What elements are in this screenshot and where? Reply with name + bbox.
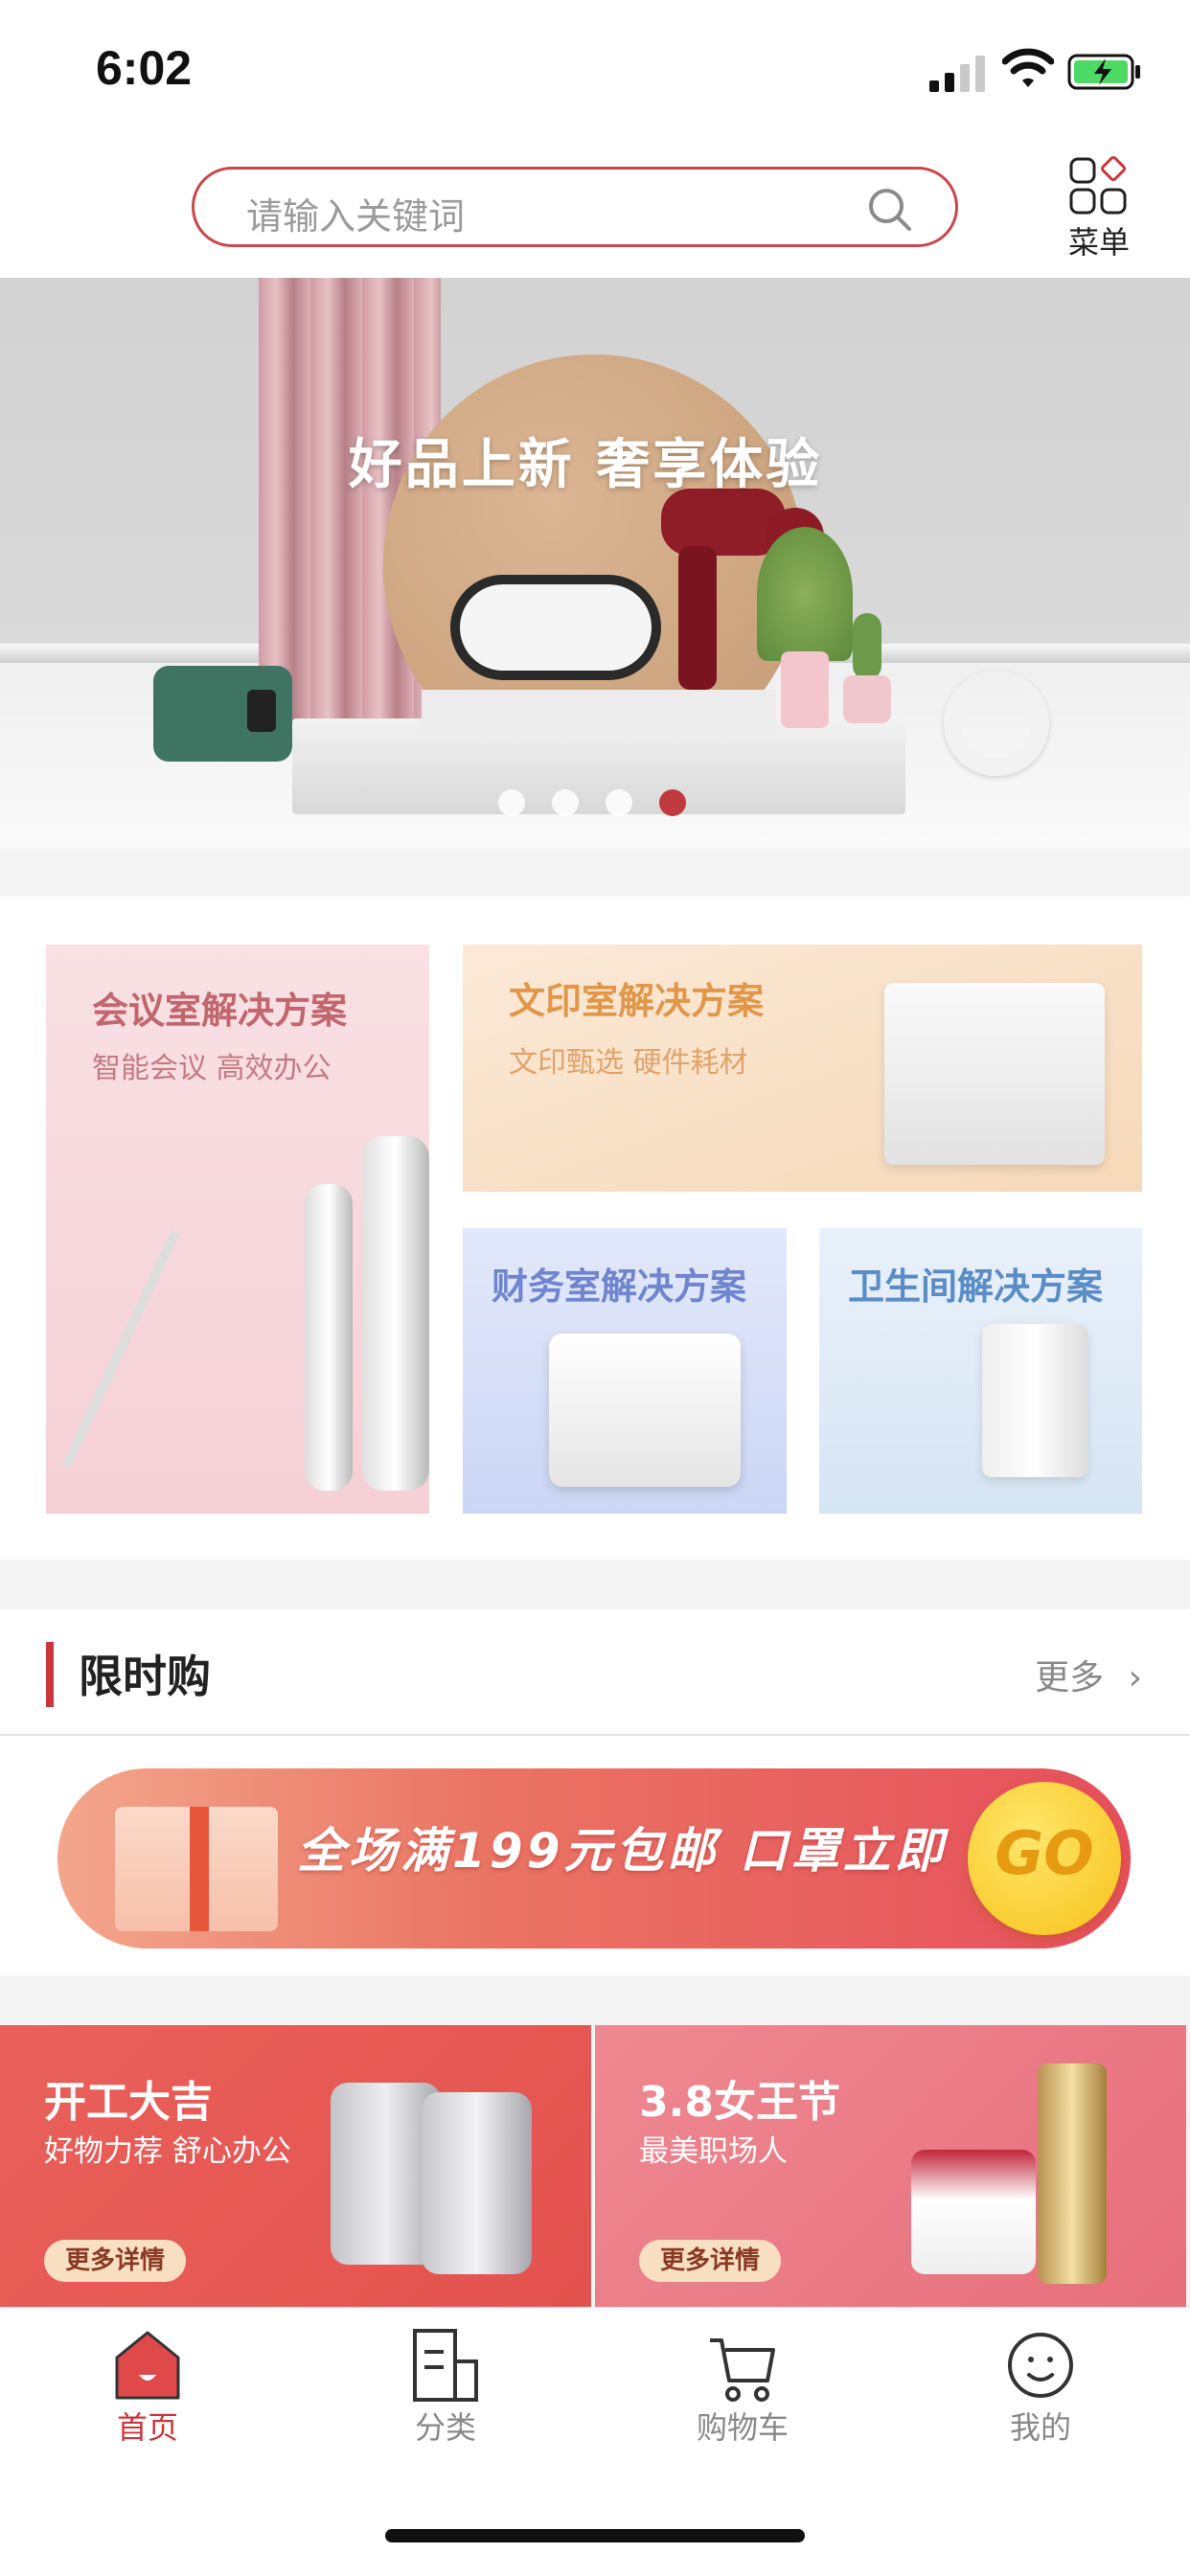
menu-grid-icon [1069, 156, 1127, 215]
banner-title: 好品上新 奢享体验 [348, 434, 823, 496]
flash-sale-header: 限时购 更多 › [0, 1609, 1190, 1736]
tab-label: 购物车 [696, 2409, 789, 2446]
flash-sale-title: 限时购 [79, 1651, 211, 1702]
cellular-signal-icon [929, 56, 985, 92]
search-placeholder: 请输入关键词 [246, 195, 466, 238]
campaign-subtitle: 好物力荐 舒心办公 [44, 2134, 291, 2169]
restroom-solution-card[interactable]: 卫生间解决方案 [819, 1228, 1142, 1514]
banner-pedestal-top [422, 690, 776, 738]
go-button[interactable]: GO [968, 1782, 1121, 1935]
vacuum-image [61, 1229, 180, 1469]
hero-banner[interactable]: 好品上新 奢享体验 [0, 278, 1190, 849]
air-purifier-image [305, 1184, 353, 1491]
pagination-dot[interactable] [606, 789, 632, 816]
promo-text: 全场满199元包邮 口罩立即 [297, 1823, 947, 1879]
pagination-dot[interactable] [498, 789, 525, 816]
tab-label: 我的 [1009, 2409, 1071, 2446]
print-room-solution-card[interactable]: 文印室解决方案 文印甄选 硬件耗材 [463, 945, 1142, 1192]
card-subtitle: 文印甄选 硬件耗材 [509, 1046, 748, 1080]
hand-dryer-image [982, 1324, 1087, 1477]
campaign-title: 3.8女王节 [639, 2078, 840, 2127]
tab-home[interactable]: 首页 [52, 2308, 243, 2451]
search-input[interactable]: 请输入关键词 [192, 167, 958, 247]
menu-button[interactable]: 菜单 [1062, 153, 1136, 261]
battery-charging-icon [1067, 54, 1140, 90]
campaign-title: 开工大吉 [44, 2078, 213, 2127]
tab-profile[interactable]: 我的 [945, 2308, 1136, 2451]
home-icon [115, 2331, 180, 2400]
promo-section: 全场满199元包邮 口罩立即 GO [0, 1736, 1190, 1975]
go-label: GO [995, 1818, 1094, 1888]
finance-room-solution-card[interactable]: 财务室解决方案 [463, 1228, 787, 1514]
banner-plant-image [757, 527, 853, 661]
banner-cactus-image [853, 613, 881, 680]
header: 请输入关键词 菜单 [0, 144, 1190, 278]
sunscreen-bottle-image [1038, 2063, 1107, 2284]
tab-category[interactable]: 分类 [350, 2308, 541, 2451]
banner-eye-massager-image [450, 575, 661, 680]
menu-label: 菜单 [1067, 224, 1130, 261]
card-title: 卫生间解决方案 [848, 1265, 1104, 1308]
banner-plant-pot [781, 651, 829, 728]
home-indicator [385, 2529, 805, 2542]
cart-icon [710, 2338, 775, 2402]
campaign-details-button[interactable]: 更多详情 [44, 2240, 186, 2282]
banner-radio-image [153, 666, 292, 762]
chevron-right-icon: › [1128, 1658, 1142, 1698]
campaign-subtitle: 最美职场人 [639, 2134, 788, 2169]
card-title: 会议室解决方案 [92, 990, 348, 1032]
campaign-card-womens-day[interactable]: 3.8女王节 最美职场人 更多详情 [595, 2025, 1186, 2307]
air-conditioner-image [362, 1136, 429, 1491]
tab-label: 首页 [116, 2409, 178, 2446]
campaign-card-kaigong[interactable]: 开工大吉 好物力荐 舒心办公 更多详情 [0, 2025, 591, 2307]
free-shipping-promo-banner[interactable]: 全场满199元包邮 口罩立即 GO [57, 1768, 1131, 1949]
pagination-dot-active[interactable] [659, 789, 686, 816]
status-bar: 6:02 [0, 0, 1190, 144]
profile-icon [1008, 2333, 1073, 2398]
banner-pagination [498, 789, 690, 818]
search-icon[interactable] [867, 187, 913, 233]
solutions-section: 会议室解决方案 智能会议 高效办公 文印室解决方案 文印甄选 硬件耗材 财务室解… [0, 897, 1190, 1560]
gift-ribbon [190, 1807, 209, 1931]
banner-neck-massager-image [944, 671, 1049, 776]
flash-sale-more-link[interactable]: 更多 › [1035, 1650, 1142, 1699]
hair-mask-jar-image [911, 2150, 1036, 2274]
campaign-details-button[interactable]: 更多详情 [639, 2240, 781, 2282]
meeting-room-solution-card[interactable]: 会议室解决方案 智能会议 高效办公 [46, 945, 429, 1514]
card-title: 文印室解决方案 [509, 980, 765, 1022]
status-time: 6:02 [96, 41, 193, 95]
category-icon [413, 2329, 478, 2402]
banner-cactus-pot [843, 675, 891, 723]
card-title: 财务室解决方案 [492, 1265, 747, 1308]
tab-label: 分类 [414, 2409, 476, 2446]
luggage-image [422, 2092, 532, 2274]
tab-cart[interactable]: 购物车 [647, 2308, 838, 2451]
card-subtitle: 智能会议 高效办公 [92, 1052, 332, 1085]
more-label: 更多 [1035, 1658, 1105, 1698]
pagination-dot[interactable] [552, 789, 579, 816]
wifi-icon [1002, 48, 1054, 87]
printer-image [884, 983, 1105, 1165]
section-accent-bar [46, 1642, 54, 1707]
banner-massage-gun-handle [678, 546, 717, 690]
money-counter-image [549, 1334, 741, 1487]
